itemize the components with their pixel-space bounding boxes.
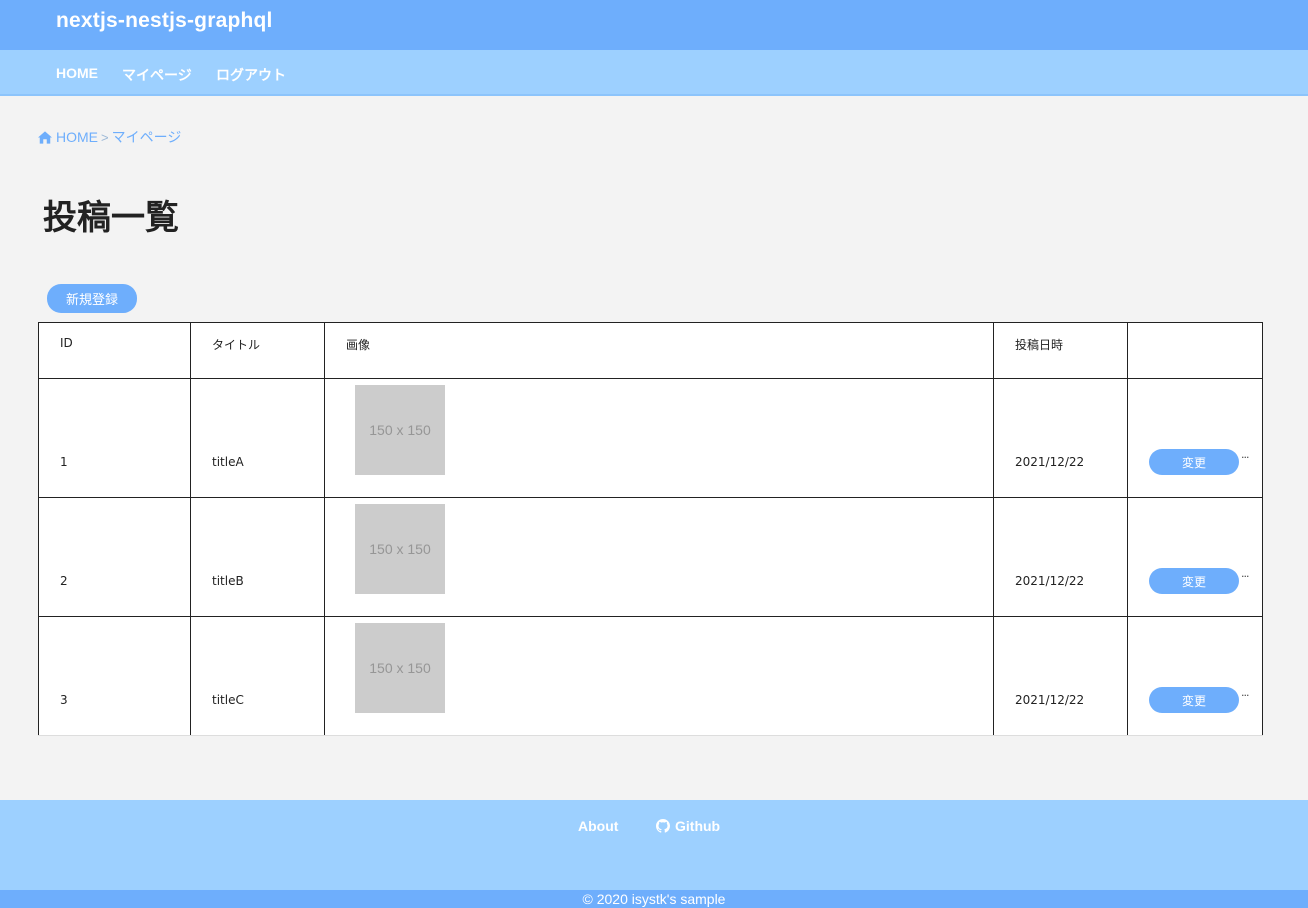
post-thumbnail: 150 x 150 <box>355 385 445 475</box>
header-image: 画像 <box>324 322 994 379</box>
nav-bar: HOME マイページ ログアウト <box>0 50 1308 96</box>
table-header-row: ID タイトル 画像 投稿日時 <box>38 322 1263 379</box>
breadcrumb: HOME > マイページ <box>38 127 181 147</box>
header-date: 投稿日時 <box>993 322 1128 379</box>
row-date: 2021/12/22 <box>1015 574 1085 588</box>
more-icon[interactable]: ··· <box>1241 689 1249 702</box>
posts-table: ID タイトル 画像 投稿日時 1 titleA 150 x 150 2021/… <box>38 322 1263 736</box>
post-thumbnail: 150 x 150 <box>355 623 445 713</box>
header-actions <box>1127 322 1263 379</box>
edit-button[interactable]: 変更 <box>1149 449 1239 475</box>
cell-id: 3 <box>38 616 191 736</box>
row-title: titleC <box>212 693 244 707</box>
row-date: 2021/12/22 <box>1015 693 1085 707</box>
footer-link-github[interactable]: Github <box>656 818 720 834</box>
nav-item-home[interactable]: HOME <box>56 65 98 81</box>
breadcrumb-home[interactable]: HOME <box>56 129 98 145</box>
breadcrumb-separator: > <box>101 129 109 145</box>
cell-image: 150 x 150 <box>324 497 994 617</box>
row-title: titleB <box>212 574 244 588</box>
table-row: 3 titleC 150 x 150 2021/12/22 変更 ··· <box>38 616 1263 736</box>
cell-actions: 変更 ··· <box>1127 616 1263 736</box>
github-icon <box>656 819 670 833</box>
more-icon[interactable]: ··· <box>1241 570 1249 583</box>
cell-id: 2 <box>38 497 191 617</box>
site-title[interactable]: nextjs-nestjs-graphql <box>56 9 273 33</box>
header-id: ID <box>38 322 191 379</box>
home-icon <box>38 130 52 144</box>
nav-item-logout[interactable]: ログアウト <box>216 65 286 85</box>
cell-date: 2021/12/22 <box>993 497 1128 617</box>
row-id: 1 <box>60 455 68 469</box>
cell-title: titleC <box>190 616 325 736</box>
nav-item-mypage[interactable]: マイページ <box>122 65 192 85</box>
row-id: 3 <box>60 693 68 707</box>
footer-link-about[interactable]: About <box>578 818 618 834</box>
copyright-bar: © 2020 isystk's sample <box>0 890 1308 908</box>
row-date: 2021/12/22 <box>1015 455 1085 469</box>
footer: About Github <box>0 800 1308 890</box>
breadcrumb-current: マイページ <box>111 129 182 145</box>
cell-image: 150 x 150 <box>324 616 994 736</box>
copyright-text: © 2020 isystk's sample <box>582 891 726 907</box>
header-bar: nextjs-nestjs-graphql <box>0 0 1308 50</box>
post-thumbnail: 150 x 150 <box>355 504 445 594</box>
cell-date: 2021/12/22 <box>993 616 1128 736</box>
header-title: タイトル <box>190 322 325 379</box>
new-post-button[interactable]: 新規登録 <box>47 284 137 313</box>
edit-button[interactable]: 変更 <box>1149 687 1239 713</box>
cell-actions: 変更 ··· <box>1127 497 1263 617</box>
page-title: 投稿一覧 <box>43 198 179 238</box>
cell-title: titleA <box>190 378 325 498</box>
table-row: 1 titleA 150 x 150 2021/12/22 変更 ··· <box>38 378 1263 498</box>
cell-id: 1 <box>38 378 191 498</box>
cell-image: 150 x 150 <box>324 378 994 498</box>
cell-actions: 変更 ··· <box>1127 378 1263 498</box>
more-icon[interactable]: ··· <box>1241 451 1249 464</box>
edit-button[interactable]: 変更 <box>1149 568 1239 594</box>
github-label: Github <box>675 818 721 834</box>
cell-date: 2021/12/22 <box>993 378 1128 498</box>
row-id: 2 <box>60 574 68 588</box>
cell-title: titleB <box>190 497 325 617</box>
row-title: titleA <box>212 455 244 469</box>
table-row: 2 titleB 150 x 150 2021/12/22 変更 ··· <box>38 497 1263 617</box>
